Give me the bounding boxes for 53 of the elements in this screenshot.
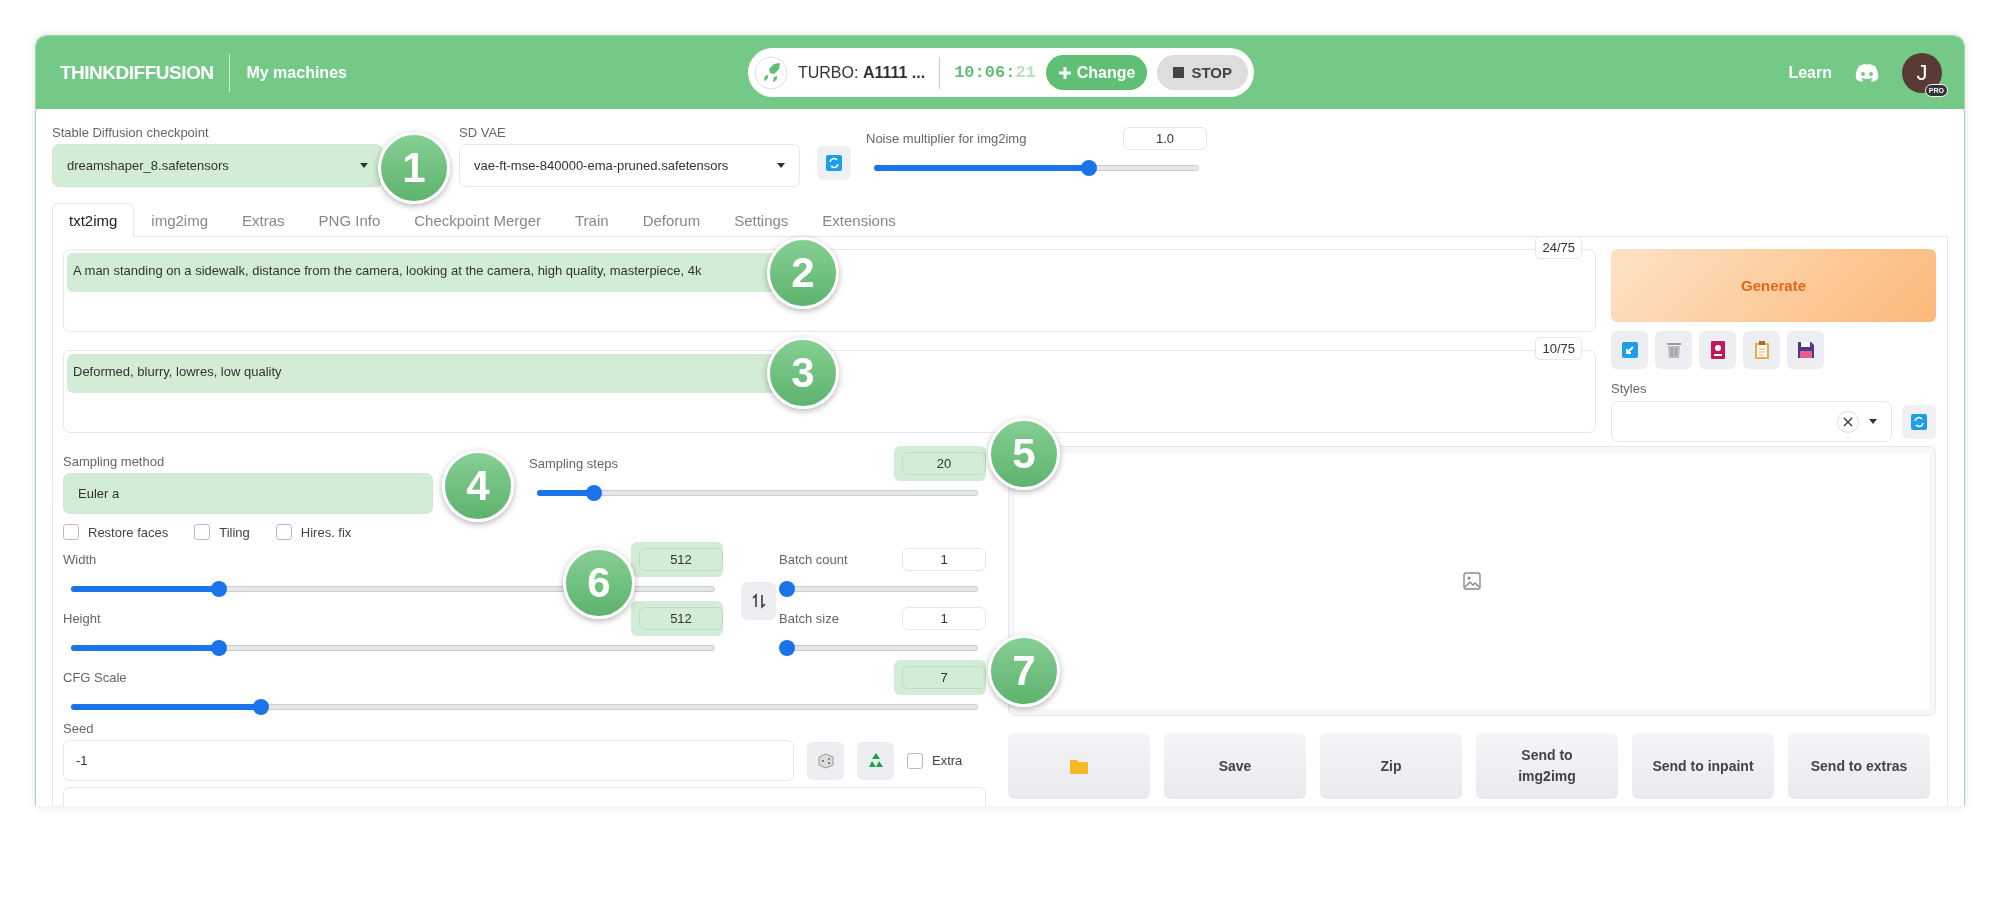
tab[interactable]: Extras <box>225 203 302 237</box>
tab[interactable]: img2img <box>134 203 226 237</box>
timer: 10:06:21 <box>954 63 1036 82</box>
checkpoint-dropdown[interactable]: dreamshaper_8.safetensors <box>52 144 383 187</box>
seed-field[interactable]: -1 <box>63 740 794 781</box>
field-label: Stable Diffusion checkpoint <box>52 125 210 140</box>
field-label: CFG Scale <box>63 670 127 685</box>
field-label: Height <box>63 611 101 626</box>
output-button[interactable]: Send to img2img <box>1476 733 1618 799</box>
output-button[interactable]: Send to inpaint <box>1632 733 1774 799</box>
step-callout: 3 <box>767 337 839 409</box>
step-callout: 5 <box>988 418 1060 490</box>
step-callout: 6 <box>563 547 635 619</box>
step-callout: 7 <box>988 635 1060 707</box>
checkbox-label: Hires. fix <box>300 524 352 540</box>
output-button[interactable]: Save <box>1164 733 1306 799</box>
token-count: 24/75 <box>1535 236 1582 259</box>
vae-dropdown[interactable]: vae-ft-mse-840000-ema-pruned.safetensors <box>459 144 800 187</box>
number-field[interactable]: 512 <box>639 607 723 630</box>
field-label: Batch size <box>779 611 839 626</box>
number-field[interactable]: 512 <box>639 548 723 571</box>
number-field[interactable]: 20 <box>902 452 986 475</box>
sampling-dropdown[interactable]: Euler a <box>63 473 433 514</box>
number-field[interactable]: 1.0 <box>1123 127 1207 150</box>
field-label: Batch count <box>779 552 848 567</box>
field-label: Seed <box>63 721 95 736</box>
number-field[interactable]: 1 <box>902 607 986 630</box>
machine-name: TURBO: A1111 ... <box>798 63 926 82</box>
number-field[interactable]: 7 <box>902 666 986 689</box>
number-field[interactable]: 1 <box>902 548 986 571</box>
field-label: Width <box>63 552 97 567</box>
tab[interactable]: txt2img <box>52 203 135 237</box>
tab[interactable]: Settings <box>717 203 806 237</box>
tab[interactable]: Extensions <box>805 203 913 237</box>
output-button[interactable]: Send to extras <box>1788 733 1930 799</box>
field-label: Noise multiplier for img2img <box>866 131 1027 146</box>
checkbox-label: Extra <box>932 753 963 768</box>
checkbox-label: Tiling <box>219 524 250 540</box>
step-callout: 2 <box>767 237 839 309</box>
tab[interactable]: PNG Info <box>301 203 398 237</box>
tab[interactable]: Train <box>558 203 626 237</box>
tab[interactable]: Deforum <box>625 203 718 237</box>
field-label: Styles <box>1611 381 1648 396</box>
step-callout: 1 <box>378 132 450 204</box>
checkbox-label: Restore faces <box>88 524 169 540</box>
field-label: Sampling steps <box>529 456 618 471</box>
token-count: 10/75 <box>1535 337 1582 360</box>
field-label: SD VAE <box>459 125 507 140</box>
stop-button[interactable]: STOP <box>1157 55 1249 90</box>
field-label: Sampling method <box>63 454 166 469</box>
output-button[interactable]: Zip <box>1320 733 1462 799</box>
tab[interactable]: Checkpoint Merger <box>397 203 558 237</box>
step-callout: 4 <box>442 450 514 522</box>
